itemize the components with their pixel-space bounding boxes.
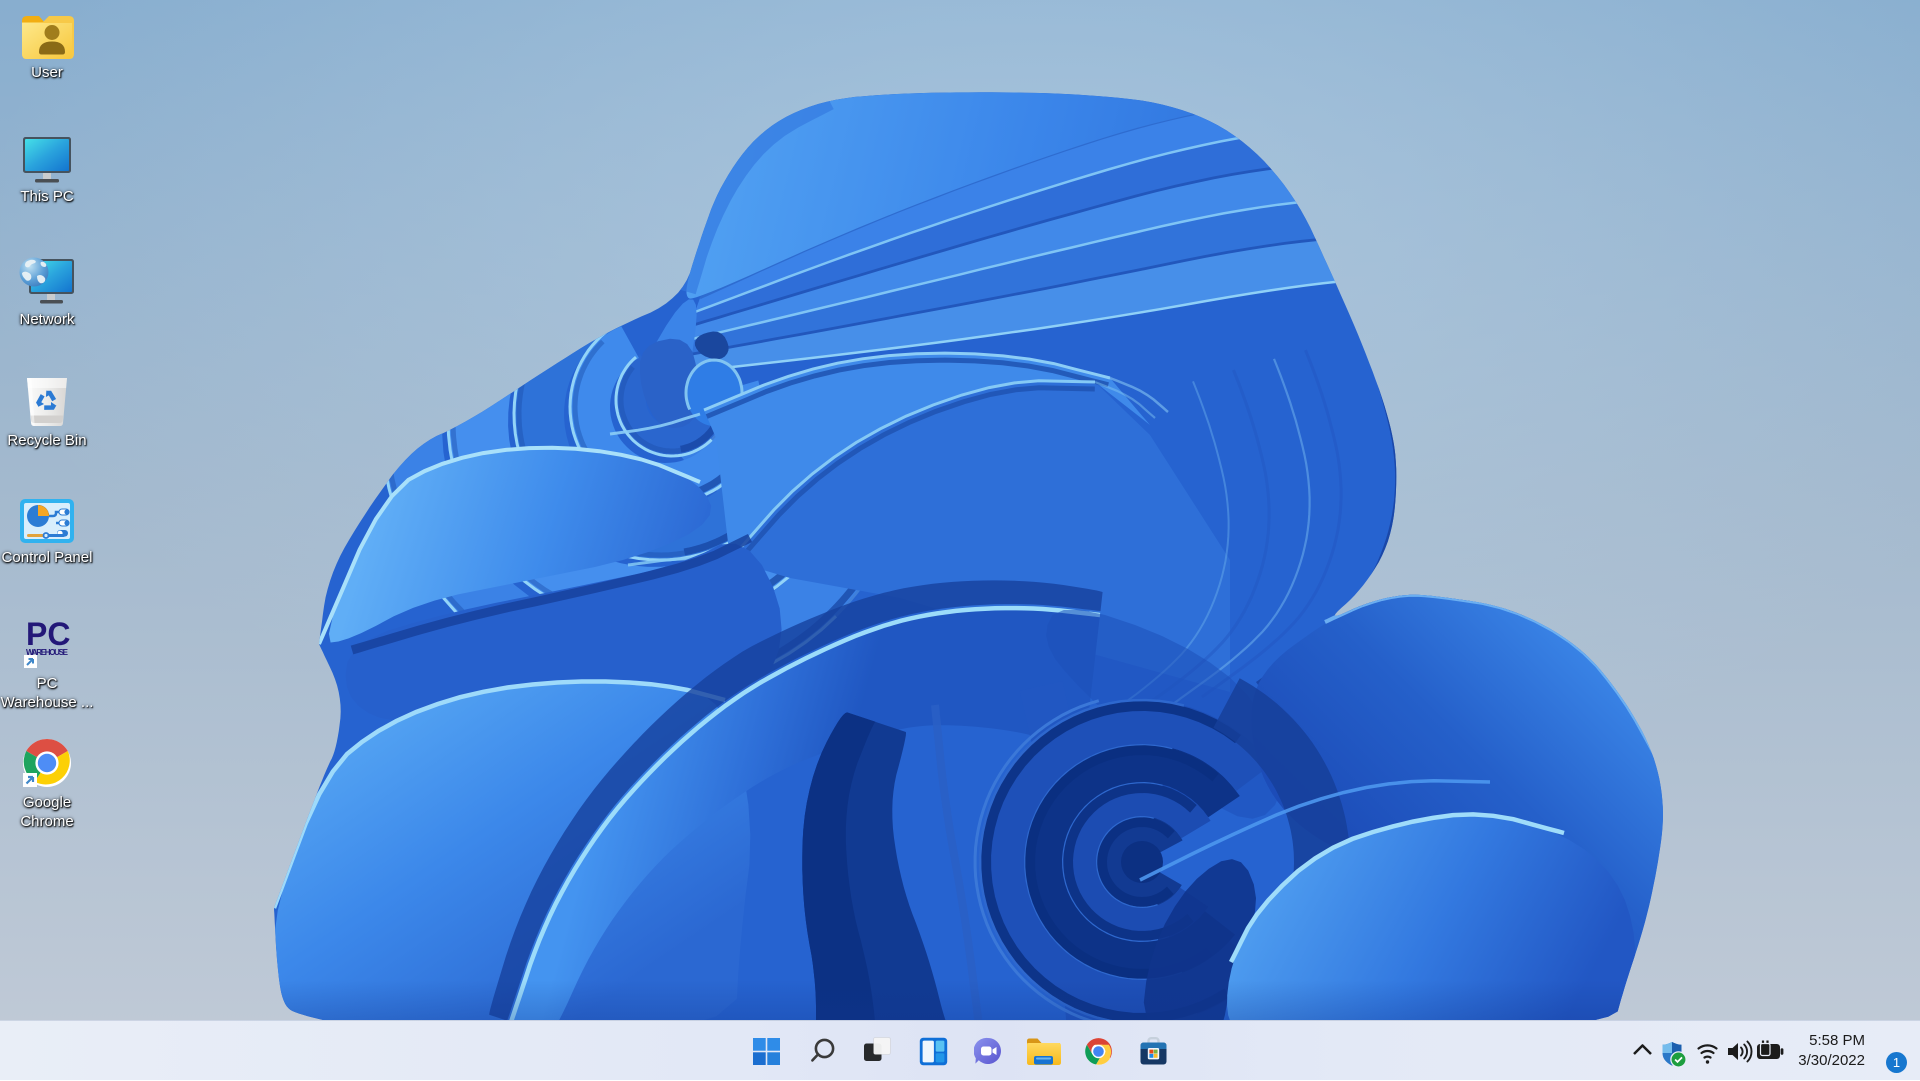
svg-text:PC: PC — [26, 616, 70, 652]
